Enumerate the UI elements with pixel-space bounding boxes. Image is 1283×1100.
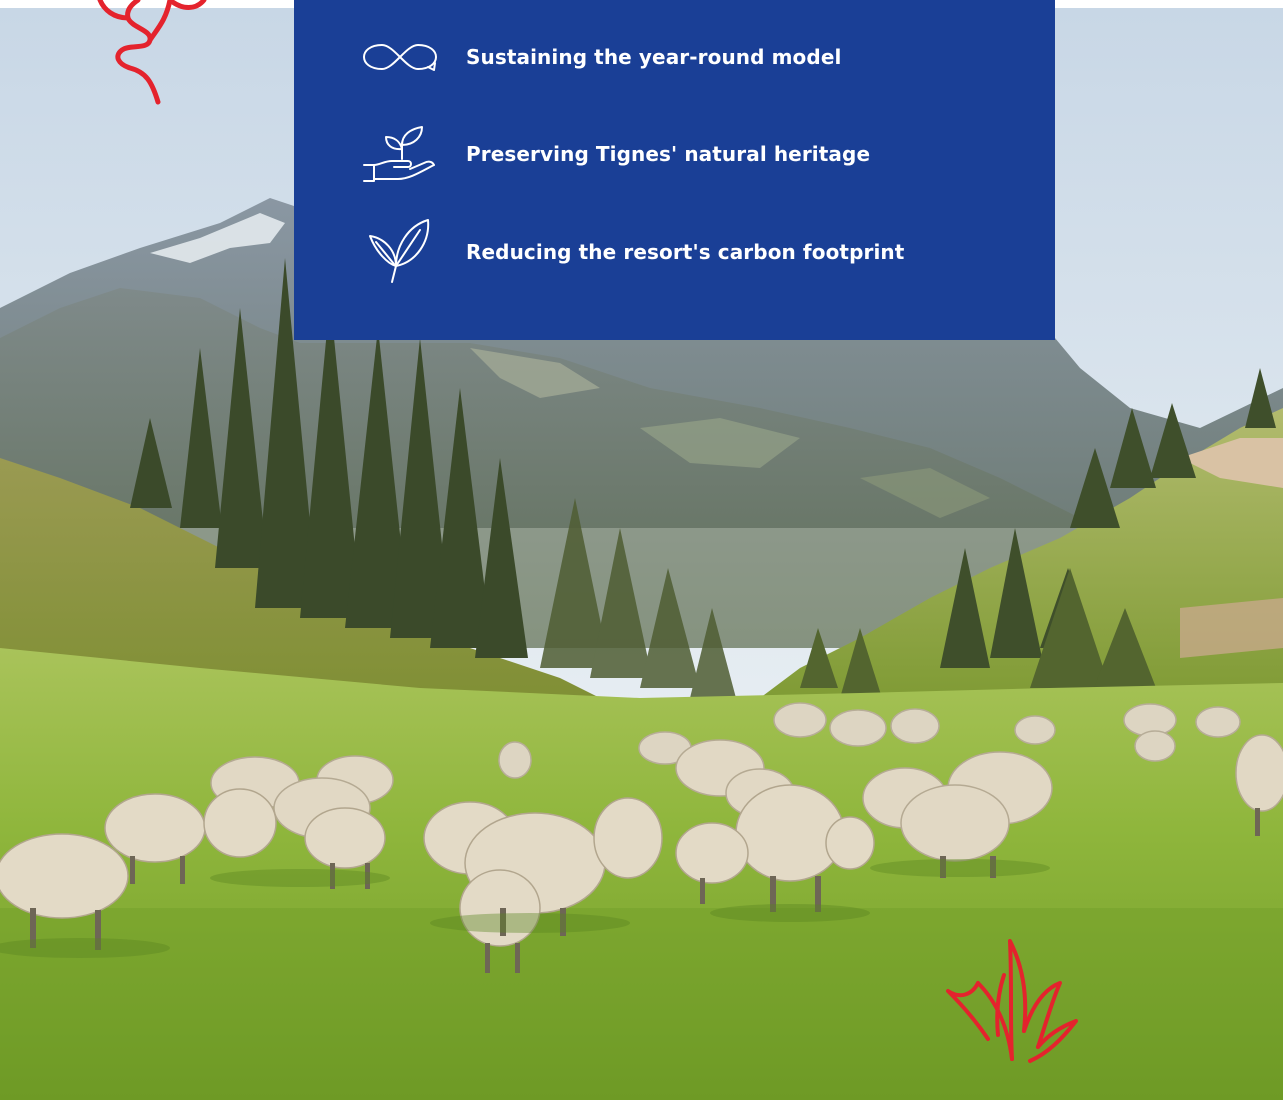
hand-sprout-icon [362, 118, 438, 190]
commitment-label-natural-heritage: Preserving Tignes' natural heritage [466, 142, 871, 166]
commitments-panel: Sustaining the year-round model Preservi… [294, 0, 1055, 340]
commitment-label-carbon-footprint: Reducing the resort's carbon footprint [466, 240, 905, 264]
commitment-item-year-round: Sustaining the year-round model [362, 32, 841, 82]
page: Sustaining the year-round model Preservi… [0, 0, 1283, 1100]
infinity-cycle-icon [362, 21, 438, 93]
commitment-item-natural-heritage: Preserving Tignes' natural heritage [362, 126, 871, 182]
commitment-item-carbon-footprint: Reducing the resort's carbon footprint [362, 219, 905, 283]
red-grass-tuft-doodle [942, 935, 1082, 1065]
commitment-label-year-round: Sustaining the year-round model [466, 45, 842, 69]
red-flower-doodle [92, 0, 212, 110]
leaf-icon [362, 216, 438, 288]
